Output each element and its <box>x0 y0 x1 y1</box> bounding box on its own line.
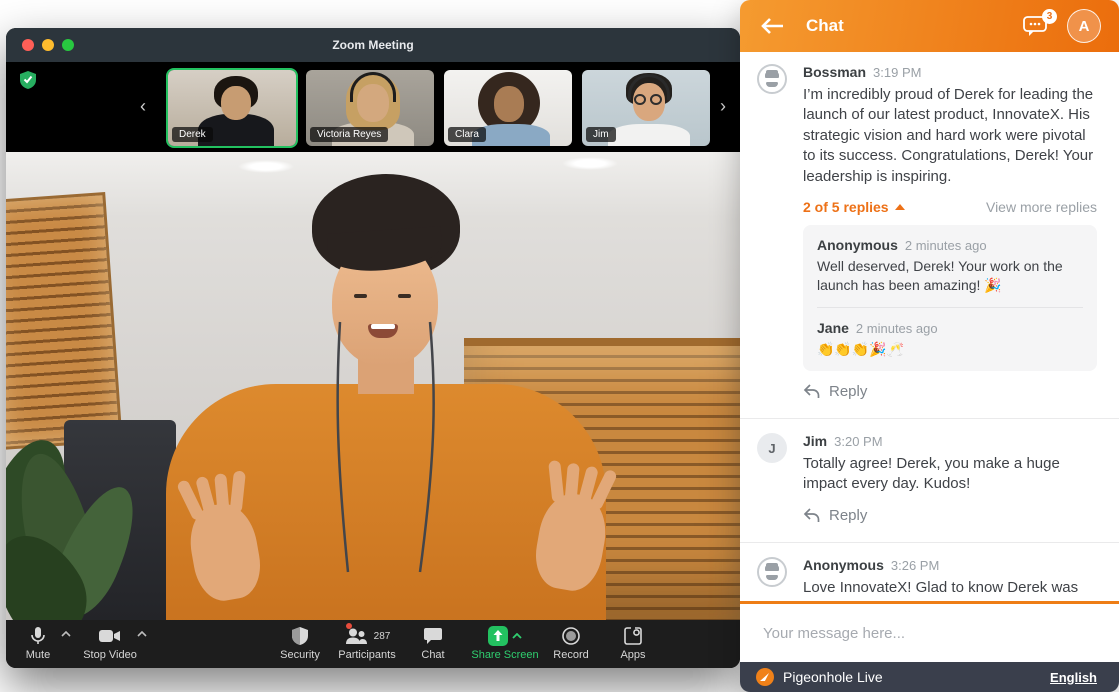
message-text: Totally agree! Derek, you make a huge im… <box>803 454 1097 495</box>
pigeonhole-logo-icon <box>756 668 774 686</box>
window-title: Zoom Meeting <box>6 28 740 62</box>
message-author: Bossman <box>803 64 866 80</box>
replies-toggle[interactable]: 2 of 5 replies <box>803 199 905 215</box>
video-thumbnail-jim[interactable]: Jim <box>580 68 712 148</box>
minimize-window-button[interactable] <box>42 39 54 51</box>
chat-footer: Pigeonhole Live English <box>740 662 1119 692</box>
meeting-toolbar: Mute Stop Video <box>6 620 740 668</box>
reply-button-label: Reply <box>829 507 867 524</box>
language-link[interactable]: English <box>1050 670 1097 685</box>
video-options-caret[interactable] <box>137 631 147 637</box>
person-eye <box>398 294 411 298</box>
zoom-meeting-window: Zoom Meeting ‹ Derek Victo <box>6 28 740 668</box>
chat-panel: Chat 3 A Bossman <box>740 0 1119 692</box>
chat-message: J Jim 3:20 PM Totally agree! Derek, you … <box>757 433 1097 528</box>
view-more-replies-link[interactable]: View more replies <box>986 199 1097 215</box>
main-video-feed <box>6 152 740 620</box>
security-icon <box>292 627 308 645</box>
participant-name-tag: Victoria Reyes <box>310 127 388 142</box>
security-shield-icon[interactable] <box>20 71 36 89</box>
message-author: Jim <box>803 433 827 449</box>
reply-thread: Anonymous 2 minutes ago Well deserved, D… <box>803 225 1097 371</box>
chat-message: Bossman 3:19 PM I’m incredibly proud of … <box>757 64 1097 404</box>
reply-arrow-icon <box>803 508 820 523</box>
thumbnail-row: Derek Victoria Reyes Clara <box>166 68 712 148</box>
message-input[interactable] <box>740 625 1119 642</box>
window-titlebar: Zoom Meeting <box>6 28 740 62</box>
window-blinds-left <box>6 192 123 450</box>
participant-name-tag: Derek <box>172 127 213 142</box>
message-divider <box>740 542 1119 543</box>
apps-icon <box>624 627 642 645</box>
reply-button[interactable]: Reply <box>803 507 867 524</box>
close-window-button[interactable] <box>22 39 34 51</box>
traffic-lights <box>22 39 74 51</box>
stop-video-button[interactable]: Stop Video <box>65 625 155 661</box>
filmstrip-prev-button[interactable]: ‹ <box>134 96 152 117</box>
message-time: 3:26 PM <box>891 558 939 573</box>
video-camera-icon <box>99 629 121 643</box>
message-text: I’m incredibly proud of Derek for leadin… <box>803 85 1097 187</box>
chat-message-list: Bossman 3:19 PM I’m incredibly proud of … <box>740 52 1119 601</box>
participants-alert-dot <box>346 623 352 629</box>
reply-emoji-text: 👏👏👏🎉🥂 <box>817 340 1083 359</box>
chat-input-area <box>740 601 1119 662</box>
participant-name-tag: Clara <box>448 127 486 142</box>
message-text: Love InnovateX! Glad to know Derek was s… <box>803 578 1097 601</box>
reply-text: Well deserved, Derek! Your work on the l… <box>817 257 1083 295</box>
reply-author: Jane <box>817 320 849 336</box>
desktop: Zoom Meeting ‹ Derek Victo <box>0 0 1119 692</box>
chat-panel-title: Chat <box>806 16 844 36</box>
anonymous-avatar-icon <box>757 64 787 94</box>
microphone-icon <box>30 626 46 646</box>
ceiling-light <box>238 160 294 173</box>
share-options-caret[interactable] <box>512 633 522 639</box>
message-time: 3:19 PM <box>873 65 921 80</box>
chat-bubble-icon <box>424 628 442 644</box>
video-filmstrip: ‹ Derek Victoria Reyes <box>6 62 740 152</box>
video-thumbnail-clara[interactable]: Clara <box>442 68 574 148</box>
apps-button[interactable]: Apps <box>588 625 678 661</box>
share-screen-icon <box>488 626 508 646</box>
chat-threads-button[interactable]: 3 <box>1023 14 1051 38</box>
reply-button-label: Reply <box>829 383 867 400</box>
thread-divider <box>817 307 1083 308</box>
reply-arrow-icon <box>803 384 820 399</box>
jim-avatar: J <box>757 433 787 463</box>
message-divider <box>740 418 1119 419</box>
reply-time: 2 minutes ago <box>856 321 938 336</box>
record-icon <box>562 627 580 645</box>
participant-name-tag: Jim <box>586 127 616 142</box>
reply-button[interactable]: Reply <box>803 383 867 400</box>
ceiling-light <box>562 157 618 170</box>
fullscreen-window-button[interactable] <box>62 39 74 51</box>
unread-count-badge: 3 <box>1042 9 1057 24</box>
reply-time: 2 minutes ago <box>905 238 987 253</box>
chat-message: Anonymous 3:26 PM Love InnovateX! Glad t… <box>757 557 1097 601</box>
chat-header: Chat 3 A <box>740 0 1119 52</box>
collapse-replies-icon <box>895 204 905 210</box>
anonymous-avatar-icon <box>757 557 787 587</box>
brand-name: Pigeonhole Live <box>783 669 883 685</box>
filmstrip-next-button[interactable]: › <box>714 96 732 117</box>
video-thumbnail-derek[interactable]: Derek <box>166 68 298 148</box>
reply-author: Anonymous <box>817 237 898 253</box>
person-eye <box>354 294 367 298</box>
message-time: 3:20 PM <box>834 434 882 449</box>
participants-icon <box>344 628 368 644</box>
video-thumbnail-victoria[interactable]: Victoria Reyes <box>304 68 436 148</box>
message-author: Anonymous <box>803 557 884 573</box>
user-avatar[interactable]: A <box>1067 9 1101 43</box>
back-arrow-button[interactable] <box>760 17 784 35</box>
replies-count-label: 2 of 5 replies <box>803 199 889 215</box>
